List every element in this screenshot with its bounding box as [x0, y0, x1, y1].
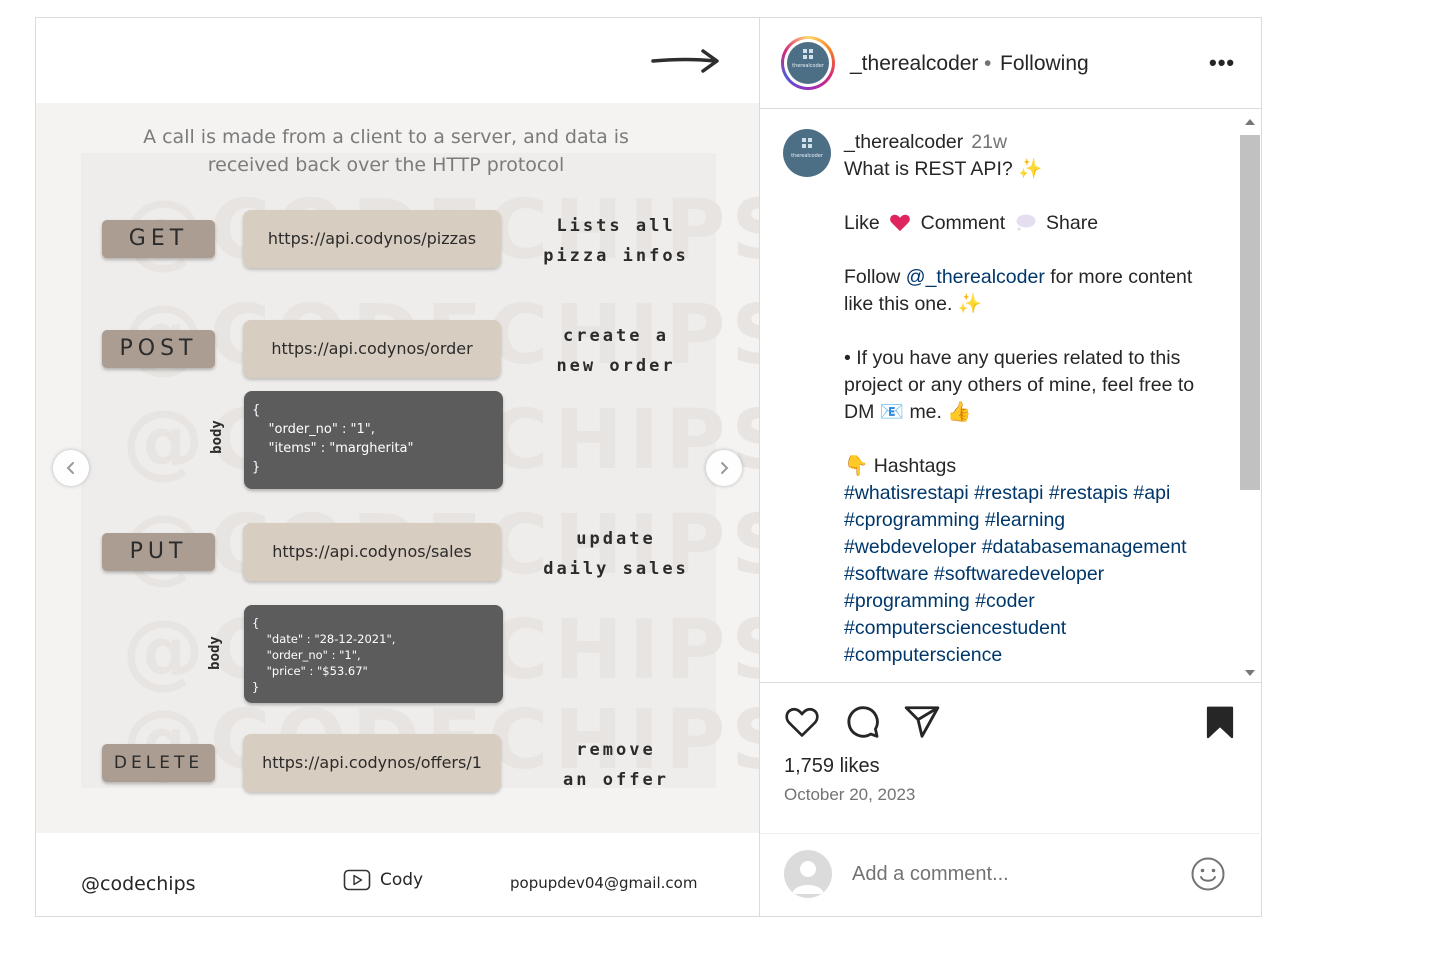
header-username[interactable]: _therealcoder: [850, 52, 978, 76]
body-label: body: [206, 636, 223, 670]
caption-title: What is REST API? ✨: [844, 158, 1043, 180]
post-dialog: @CODECHIPS @CODECHIPS @CODECHIPS @CODECH…: [35, 17, 1262, 917]
post-header: therealcoder _therealcoder • Following •…: [760, 18, 1262, 109]
youtube-name: Cody: [380, 870, 424, 890]
post-date: October 20, 2023: [784, 785, 916, 804]
more-icon: •••: [1209, 50, 1236, 75]
caption-follow-line: Follow @_therealcoder for more content l…: [844, 266, 1193, 315]
carousel-next-button[interactable]: [706, 450, 742, 486]
scroll-up-arrow-icon[interactable]: [1245, 119, 1255, 125]
post-media: @CODECHIPS @CODECHIPS @CODECHIPS @CODECH…: [36, 18, 759, 916]
slide-intro-text: A call is made from a client to a server…: [143, 126, 629, 176]
carousel-prev-button[interactable]: [53, 450, 89, 486]
bookmark-icon[interactable]: [1202, 703, 1238, 741]
header-separator: •: [984, 52, 992, 75]
share-icon[interactable]: [903, 703, 941, 741]
youtube-play-icon: [343, 869, 371, 891]
method-post-label: POST: [102, 330, 215, 368]
red-heart-icon: [890, 214, 911, 232]
hashtags-heading: 👇 Hashtags: [844, 455, 957, 477]
method-get-label: GET: [102, 220, 215, 258]
thought-bubble-icon: [1016, 214, 1036, 231]
likes-count[interactable]: 1,759 likes: [784, 755, 880, 778]
slide-footer: @codechips Cody popupdev04@gmail.com: [36, 833, 759, 916]
avatar: therealcoder: [787, 42, 829, 84]
hashtag-link[interactable]: #databasemanagement: [982, 536, 1187, 558]
heart-icon[interactable]: [783, 703, 821, 741]
post-actions: 1,759 likes October 20, 2023: [760, 682, 1262, 916]
current-user-avatar: [784, 850, 832, 898]
avatar[interactable]: therealcoder: [783, 129, 831, 177]
endpoint-url: https://api.codynos/pizzas: [243, 210, 501, 268]
following-button[interactable]: Following: [1000, 52, 1089, 76]
method-note: update daily sales: [543, 529, 689, 579]
caption-text: _therealcoder 21w What is REST API? ✨ Lik…: [844, 129, 1224, 669]
hashtag-link[interactable]: #computersciencestudent: [844, 617, 1066, 639]
carousel-slide: @CODECHIPS @CODECHIPS @CODECHIPS @CODECH…: [36, 103, 759, 833]
body-label: body: [208, 420, 225, 454]
caption-username[interactable]: _therealcoder: [844, 131, 963, 153]
caption-time[interactable]: 21w: [971, 131, 1007, 153]
method-delete-label: DELETE: [102, 744, 215, 782]
endpoint-url: https://api.codynos/sales: [243, 523, 501, 581]
comment-icon[interactable]: [843, 703, 881, 741]
method-put-label: PUT: [102, 533, 215, 571]
hashtag-link[interactable]: #api: [1133, 482, 1170, 504]
hashtag-link[interactable]: #programming: [844, 590, 970, 612]
endpoint-url: https://api.codynos/offers/1: [243, 734, 501, 792]
arrow-right-icon: [651, 49, 719, 73]
creator-email: popupdev04@gmail.com: [510, 874, 698, 892]
caption-queries: • If you have any queries related to thi…: [844, 347, 1195, 423]
hashtag-link[interactable]: #coder: [975, 590, 1035, 612]
emoji-icon[interactable]: [1190, 856, 1226, 892]
comment-box: [760, 833, 1262, 917]
avatar-story-ring[interactable]: therealcoder: [781, 36, 835, 90]
method-note: Lists all pizza infos: [543, 216, 689, 266]
youtube-channel: Cody: [343, 869, 423, 891]
hashtag-link[interactable]: #softwaredeveloper: [934, 563, 1104, 585]
caption-scrollbar[interactable]: [1240, 115, 1260, 676]
scroll-thumb[interactable]: [1240, 135, 1260, 490]
hashtag-link[interactable]: #restapi: [974, 482, 1043, 504]
hashtag-link[interactable]: #whatisrestapi: [844, 482, 969, 504]
comment-input[interactable]: [850, 862, 1154, 887]
creator-handle: @codechips: [81, 873, 196, 895]
scroll-down-arrow-icon[interactable]: [1245, 670, 1255, 676]
caption-area[interactable]: therealcoder _therealcoder 21w What is RE…: [760, 109, 1262, 682]
request-body: { "order_no" : "1", "items" : "margherit…: [244, 391, 503, 489]
endpoint-url: https://api.codynos/order: [243, 320, 501, 378]
more-options-button[interactable]: •••: [1209, 50, 1235, 76]
hashtag-link[interactable]: #cprogramming: [844, 509, 979, 531]
request-body: { "date" : "28-12-2021", "order_no" : "1…: [244, 605, 503, 703]
hashtag-link[interactable]: #software: [844, 563, 929, 585]
media-top-strip: [36, 18, 759, 103]
hashtag-list: #whatisrestapi #restapi #restapis #api #…: [844, 480, 1224, 669]
caption-cta: Like Comment Share: [844, 212, 1099, 234]
post-sidebar: therealcoder _therealcoder • Following •…: [759, 18, 1262, 916]
hashtag-link[interactable]: #restapis: [1049, 482, 1128, 504]
hashtag-link[interactable]: #computerscience: [844, 644, 1002, 666]
hashtag-link[interactable]: #learning: [985, 509, 1065, 531]
chevron-left-icon: [66, 462, 74, 474]
method-note: create a new order: [556, 326, 676, 376]
mention-link[interactable]: @_therealcoder: [906, 266, 1045, 288]
chevron-right-icon: [721, 462, 729, 474]
hashtag-link[interactable]: #webdeveloper: [844, 536, 976, 558]
method-note: remove an offer: [563, 740, 669, 790]
